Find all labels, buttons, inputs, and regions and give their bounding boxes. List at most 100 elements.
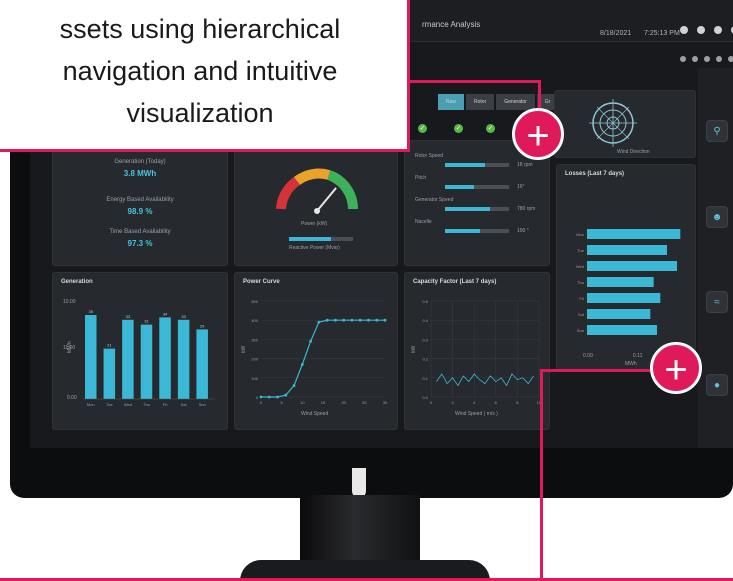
reactive-power-fill xyxy=(289,237,331,241)
losses-category-label: Tue xyxy=(577,248,585,253)
power-gauge-panel: Power (kW) Reactive Power (Mvar) xyxy=(234,140,398,266)
power-curve-xtick: 25 xyxy=(362,400,367,405)
callout-line-3: visualization xyxy=(126,98,274,128)
tab-rotor[interactable]: Rotor xyxy=(466,94,495,110)
capacity-factor-xlabel: Wind Speed ( m/s ) xyxy=(455,411,498,417)
power-curve-title: Power Curve xyxy=(243,279,280,285)
tool-icon-5[interactable] xyxy=(728,56,733,62)
tab-raw[interactable]: Raw xyxy=(438,94,465,110)
capacity-factor-title: Capacity Factor (Last 7 days) xyxy=(413,279,497,285)
alarm-nav-button[interactable]: ● xyxy=(706,374,728,396)
generation-bar xyxy=(140,324,153,399)
callout-text: ssets using hierarchical navigation and … xyxy=(0,8,400,134)
user-icon[interactable] xyxy=(680,26,688,34)
losses-category-label: Fri xyxy=(579,296,584,301)
status-ok-icon: ✓ xyxy=(418,124,427,133)
generation-xtick: Fri xyxy=(163,402,168,407)
metric-fill xyxy=(445,185,474,189)
app-title: rmance Analysis xyxy=(422,20,481,29)
trend-icon: ≈ xyxy=(714,296,720,308)
capacity-ytick: 0.5 xyxy=(422,299,428,304)
losses-bar xyxy=(587,309,651,319)
callout-connector xyxy=(410,80,540,83)
capacity-xtick: 4 xyxy=(473,400,476,405)
rotor-speed-bar xyxy=(445,163,509,167)
power-curve-point xyxy=(325,318,329,322)
settings-icon[interactable] xyxy=(697,26,705,34)
gauge-needle xyxy=(316,187,337,212)
losses-bar xyxy=(587,293,661,303)
overview-nav-button[interactable]: ⚲ xyxy=(706,120,728,142)
generation-bar xyxy=(196,329,208,399)
power-curve-xlabel: Wind Speed xyxy=(301,411,329,417)
capacity-xtick: 6 xyxy=(495,400,498,405)
date-display: 8/18/2021 xyxy=(600,30,632,37)
metric-fill xyxy=(445,229,481,233)
losses-bar xyxy=(587,229,681,239)
power-curve-ytick: 200 xyxy=(251,357,258,362)
generation-value-label: 29 xyxy=(200,323,205,328)
power-curve-panel: Power Curve 0 100 200 300 400 500 0 5 10 15 20 25 30… xyxy=(234,272,398,430)
tool-icon-2[interactable] xyxy=(692,56,698,62)
generation-value-label: 31 xyxy=(144,319,149,324)
power-curve-chart: 0 100 200 300 400 500 0 5 10 15 20 25 30 kW xyxy=(241,299,388,405)
generation-value-label: 33 xyxy=(126,314,131,319)
people-icon: ☻ xyxy=(711,211,723,223)
expand-plus-button[interactable]: + xyxy=(650,342,702,394)
metric-fill xyxy=(445,207,490,211)
generation-value-label: 21 xyxy=(107,343,112,348)
generation-panel: Generation 10.00 11.00 0.00 35 Mon 21 Tue 33… xyxy=(52,272,228,430)
losses-bar xyxy=(587,261,677,271)
tool-icon-4[interactable] xyxy=(716,56,722,62)
tool-icon-3[interactable] xyxy=(704,56,710,62)
metric-label: Nacelle xyxy=(415,219,432,225)
reactive-power-bar xyxy=(289,237,353,241)
bell-icon: ● xyxy=(713,379,721,391)
losses-x1: 0.11 xyxy=(633,353,643,359)
feature-callout-box: ssets using hierarchical navigation and … xyxy=(0,0,410,152)
callout-line-2: navigation and intuitive xyxy=(62,56,338,86)
capacity-factor-panel: Capacity Factor (Last 7 days) 0.0 0.1 0.2 0… xyxy=(404,272,550,430)
power-curve-ytick: 400 xyxy=(251,318,258,323)
losses-category-label: Sun xyxy=(577,328,584,333)
notification-icon[interactable] xyxy=(714,26,722,34)
people-nav-button[interactable]: ☻ xyxy=(706,206,728,228)
power-curve-point xyxy=(342,318,346,322)
power-curve-point xyxy=(358,318,362,322)
generation-xtick: Sat xyxy=(181,402,188,407)
capacity-ytick: 0.2 xyxy=(422,357,428,362)
capacity-ylabel: kW xyxy=(411,346,417,354)
generation-ytick-bottom: 0.00 xyxy=(67,395,77,401)
status-ok-icon: ✓ xyxy=(454,124,463,133)
power-curve-xtick: 5 xyxy=(281,400,284,405)
metric-unit: 780 rpm xyxy=(517,206,536,212)
trend-nav-button[interactable]: ≈ xyxy=(706,291,728,313)
capacity-xtick: 2 xyxy=(451,400,454,405)
kpi-energy-availability-value: 98.9 % xyxy=(127,207,153,216)
expand-plus-button[interactable]: + xyxy=(512,108,564,160)
generation-bar xyxy=(103,348,116,399)
nacelle-bar xyxy=(445,229,509,233)
wind-direction-panel: Wind Direction xyxy=(554,90,696,158)
generation-value-label: 35 xyxy=(89,309,94,314)
tab-generator[interactable]: Generator xyxy=(496,94,535,110)
generation-chart: 35Mon21Tue33Wed31Thu34Fri33Sat29SunMWh xyxy=(67,309,215,407)
capacity-ytick: 0.4 xyxy=(422,318,428,323)
power-curve-point xyxy=(300,362,304,366)
generation-xtick: Thu xyxy=(143,402,150,407)
generator-speed-bar xyxy=(445,207,509,211)
generation-value-label: 34 xyxy=(163,311,168,316)
tool-icon-1[interactable] xyxy=(680,56,686,62)
kpi-energy-availability-label: Energy Based Availability xyxy=(106,197,174,203)
gauge-label: Power (kW) xyxy=(301,221,328,227)
generation-ytick-mid: 11.00 xyxy=(63,345,76,351)
power-curve-ylabel: kW xyxy=(241,346,247,354)
pitch-bar xyxy=(445,185,509,189)
callout-connector xyxy=(540,369,543,581)
capacity-factor-chart: 0.00.10.20.30.40.50 2 4 6 8 10kW xyxy=(411,299,542,405)
capacity-ytick: 0.3 xyxy=(422,337,428,342)
status-ok-icon: ✓ xyxy=(486,124,495,133)
losses-bar xyxy=(587,325,657,335)
chart-search-icon: ⚲ xyxy=(713,125,721,137)
power-curve-ytick: 100 xyxy=(251,376,258,381)
